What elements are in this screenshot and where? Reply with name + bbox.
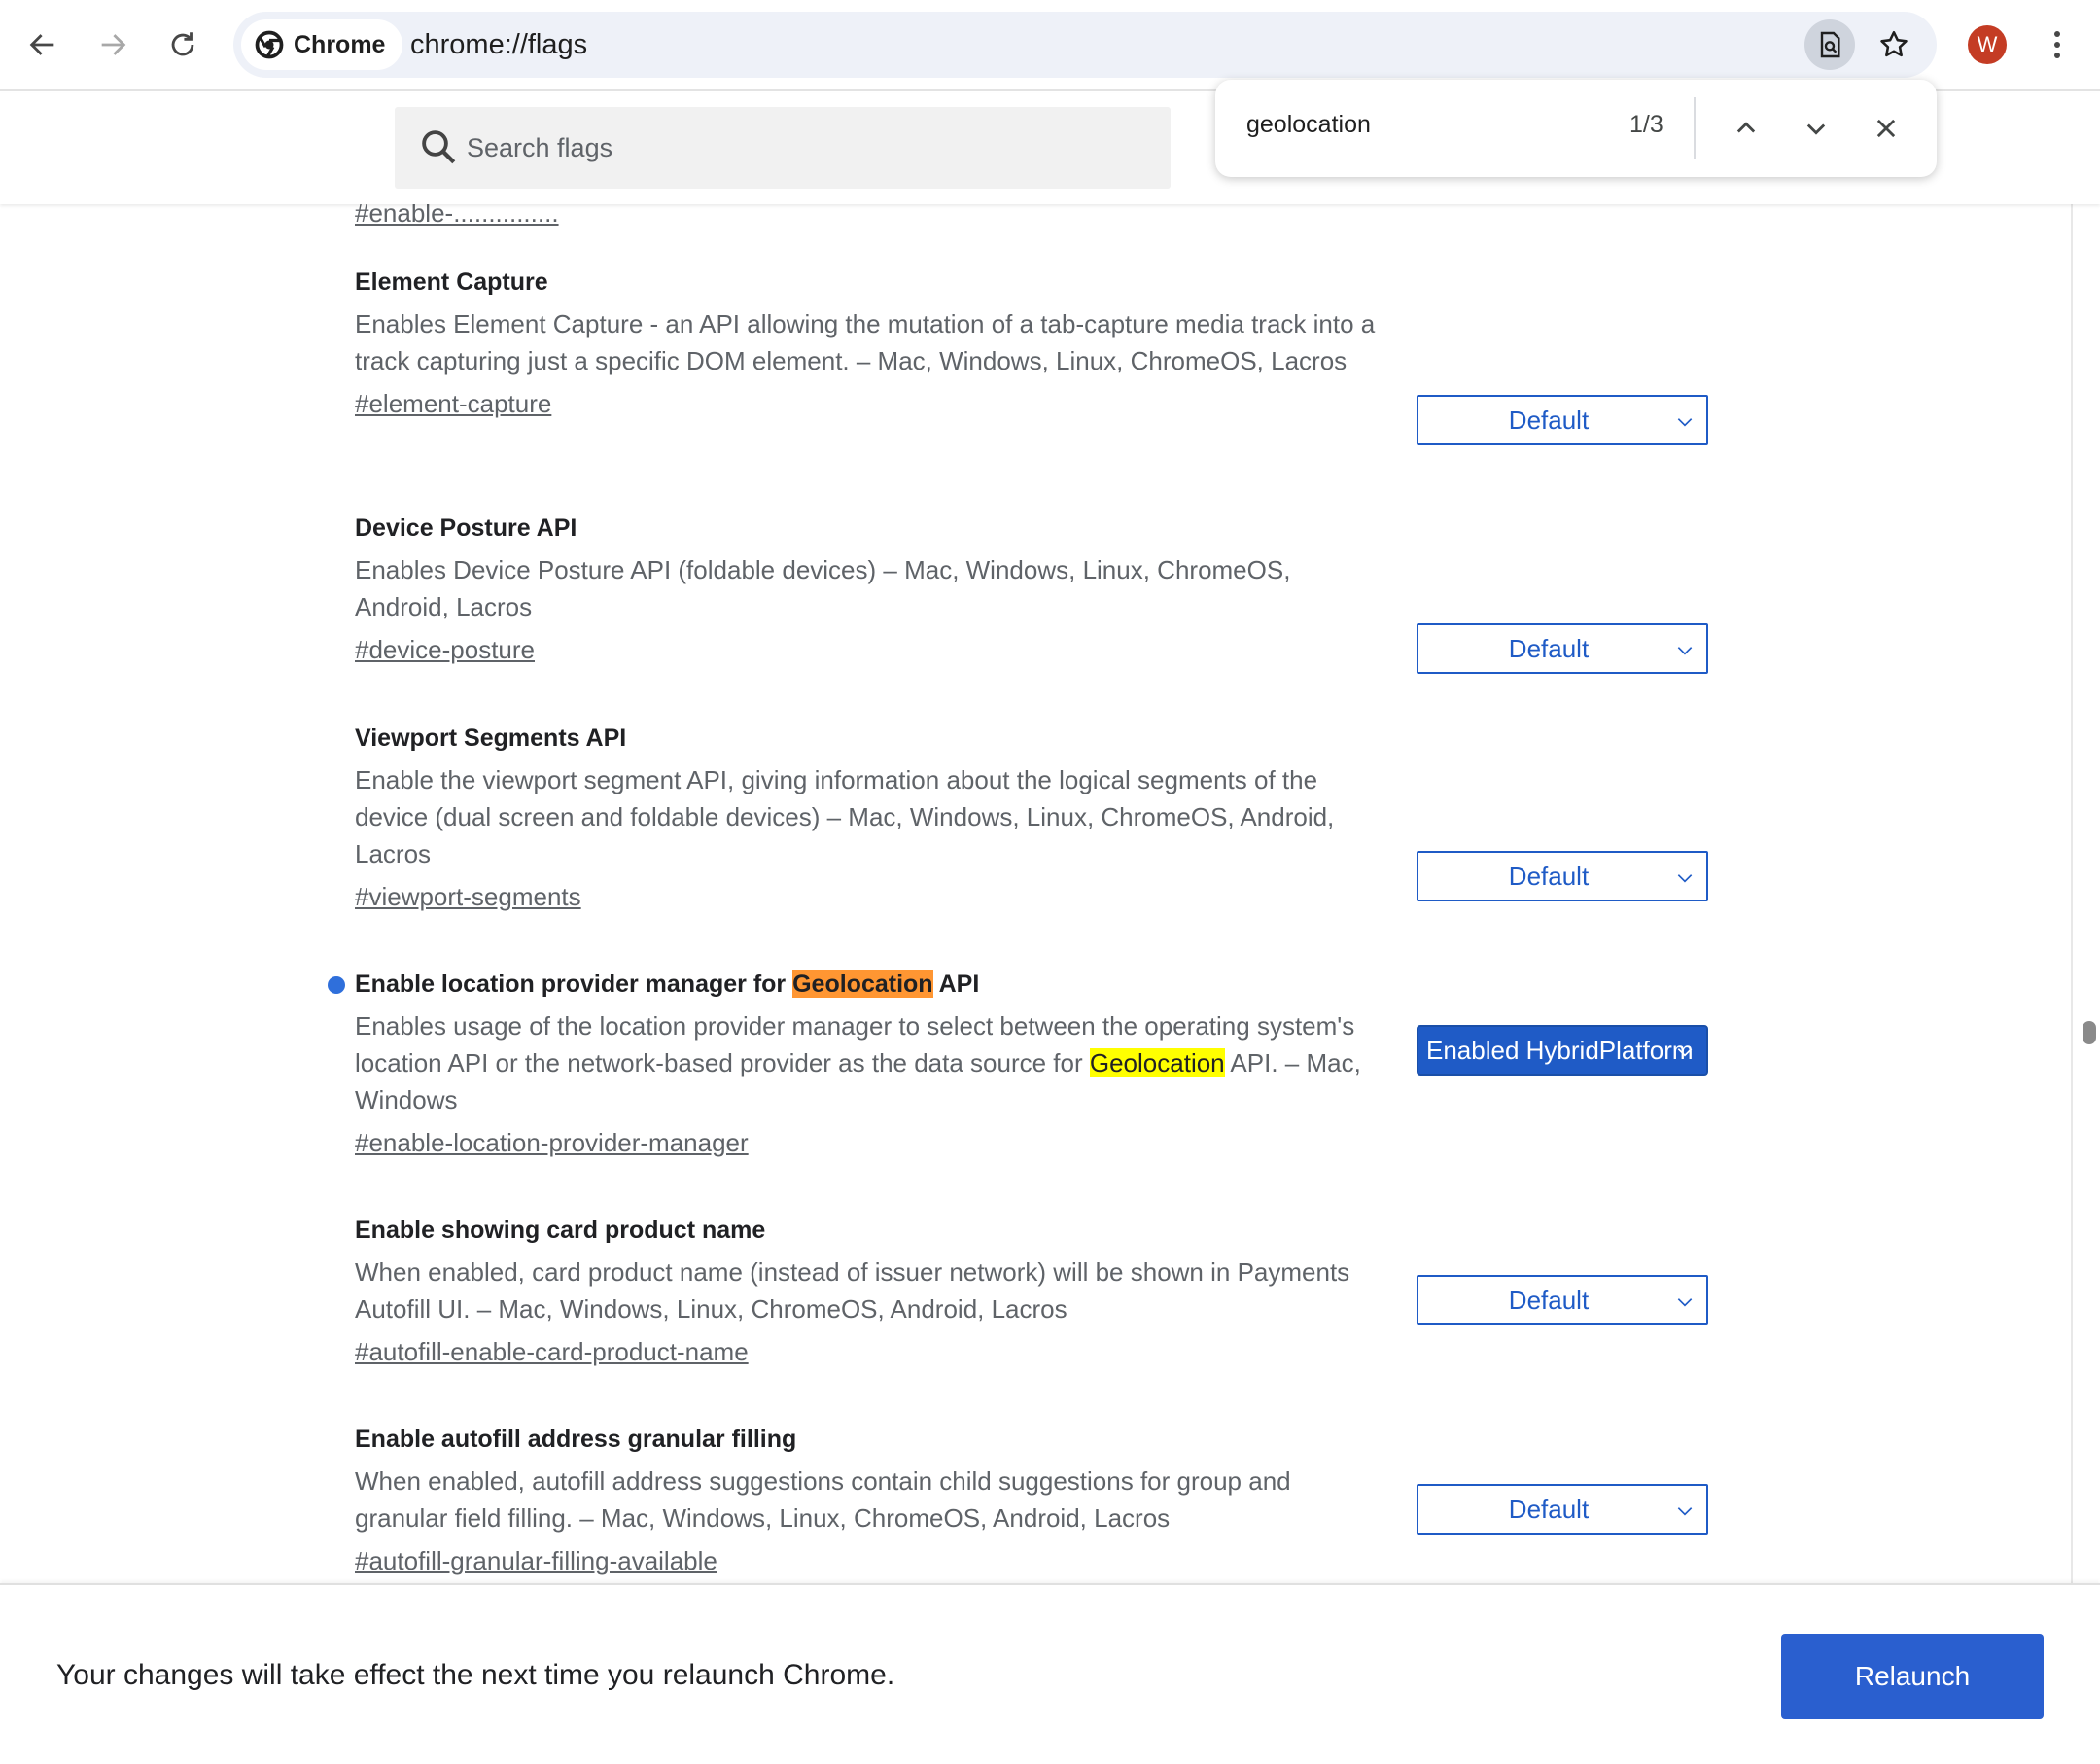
flag-title: Viewport Segments API: [355, 724, 627, 752]
more-vertical-icon: [2054, 31, 2060, 58]
chevron-down-icon: [1677, 1507, 1693, 1516]
arrow-left-icon: [29, 34, 54, 55]
chrome-logo-icon: [255, 30, 284, 59]
find-match-count: 1/3: [1629, 111, 1663, 138]
find-query-input[interactable]: geolocation: [1246, 111, 1371, 139]
relaunch-button[interactable]: Relaunch: [1781, 1634, 2044, 1719]
chip-label: Chrome: [294, 30, 386, 58]
url-text[interactable]: chrome://flags: [410, 12, 587, 78]
flag-select[interactable]: Default: [1417, 851, 1708, 901]
chevron-up-icon: [1736, 122, 1756, 133]
chevron-down-icon: [1677, 1048, 1693, 1057]
chevron-down-icon: [1677, 418, 1693, 427]
find-match-active: Geolocation: [792, 970, 933, 998]
find-in-page-button[interactable]: [1804, 19, 1855, 70]
flag-description: Enables Device Posture API (foldable dev…: [355, 555, 1291, 621]
flag-link[interactable]: #viewport-segments: [355, 878, 581, 915]
find-next-button[interactable]: [1791, 103, 1841, 154]
flag-title-part: Enable location provider manager for: [355, 970, 793, 998]
search-icon: [422, 130, 456, 164]
flag-title: Enable location provider manager for Geo…: [355, 967, 1697, 1002]
flags-list: #enable-............... Element Capture …: [0, 204, 2071, 1583]
scrollbar[interactable]: [2071, 204, 2100, 1583]
chrome-menu-button[interactable]: [2032, 18, 2082, 72]
flag-title: Element Capture: [355, 268, 548, 296]
find-separator: [1694, 97, 1696, 159]
flag-title: Enable showing card product name: [355, 1217, 766, 1244]
flag-link[interactable]: #element-capture: [355, 385, 551, 422]
chevron-down-icon: [1806, 123, 1826, 135]
flag-description: Enable the viewport segment API, giving …: [355, 765, 1335, 868]
relaunch-bar: Your changes will take effect the next t…: [0, 1583, 2100, 1764]
arrow-right-icon: [101, 34, 126, 55]
flag-link[interactable]: #enable-...............: [355, 204, 559, 229]
chevron-down-icon: [1677, 1298, 1693, 1307]
flag-select[interactable]: Default: [1417, 623, 1708, 674]
find-match: Geolocation: [1089, 1048, 1225, 1077]
flag-item-modified: Enable location provider manager for Geo…: [328, 967, 1708, 1161]
flag-description: Enables usage of the location provider m…: [355, 1007, 1385, 1118]
flag-description: When enabled, autofill address suggestio…: [355, 1466, 1291, 1533]
flag-link[interactable]: #enable-location-provider-manager: [355, 1124, 749, 1161]
page-search-icon: [1820, 31, 1840, 58]
flag-link[interactable]: #autofill-granular-filling-available: [355, 1542, 718, 1579]
flag-link[interactable]: #device-posture: [355, 631, 535, 668]
search-box[interactable]: [395, 107, 1171, 189]
flag-item: Viewport Segments API Enable the viewpor…: [355, 721, 1708, 915]
star-icon: [1880, 30, 1908, 57]
flag-select-value: Enabled HybridPlatform: [1426, 1035, 1694, 1065]
bookmark-button[interactable]: [1869, 19, 1919, 70]
flag-link[interactable]: #autofill-enable-card-product-name: [355, 1333, 749, 1370]
find-previous-button[interactable]: [1721, 103, 1771, 154]
relaunch-message: Your changes will take effect the next t…: [56, 1659, 895, 1691]
flag-description: When enabled, card product name (instead…: [355, 1257, 1350, 1323]
flag-select[interactable]: Default: [1417, 395, 1708, 445]
chevron-down-icon: [1677, 647, 1693, 655]
chevron-down-icon: [1677, 874, 1693, 883]
flag-select[interactable]: Default: [1417, 1275, 1708, 1325]
flag-item: Enable autofill address granular filling…: [355, 1422, 1708, 1579]
forward-button[interactable]: [86, 18, 140, 72]
site-info-chip[interactable]: Chrome: [241, 19, 403, 70]
flag-select[interactable]: Enabled HybridPlatform: [1417, 1025, 1708, 1076]
find-close-button[interactable]: [1861, 103, 1911, 154]
back-button[interactable]: [16, 18, 70, 72]
flag-select-value: Default: [1508, 1494, 1590, 1524]
scrollbar-thumb[interactable]: [2082, 1021, 2096, 1044]
flag-item: Enable showing card product name When en…: [355, 1213, 1708, 1370]
flag-select-value: Default: [1508, 405, 1590, 435]
flag-title-part: API: [932, 970, 980, 998]
flag-item: Device Posture API Enables Device Postur…: [355, 511, 1708, 674]
flag-title: Device Posture API: [355, 514, 578, 542]
profile-avatar[interactable]: W: [1968, 25, 2007, 64]
flag-select-value: Default: [1508, 861, 1590, 891]
flag-title: Enable autofill address granular filling: [355, 1426, 797, 1453]
flag-select-value: Default: [1508, 633, 1590, 663]
flag-select-value: Default: [1508, 1285, 1590, 1315]
omnibox[interactable]: Chrome chrome://flags: [233, 12, 1937, 78]
browser-toolbar: Chrome chrome://flags W: [0, 0, 2100, 91]
flag-select[interactable]: Default: [1417, 1484, 1708, 1535]
modified-indicator-dot: [328, 976, 345, 994]
find-bar: geolocation 1/3: [1215, 80, 1937, 177]
flag-item: Element Capture Enables Element Capture …: [355, 265, 1708, 445]
reload-icon: [171, 32, 194, 56]
close-icon: [1876, 119, 1896, 138]
reload-button[interactable]: [156, 18, 210, 72]
search-input[interactable]: [467, 107, 1147, 189]
flag-description: Enables Element Capture - an API allowin…: [355, 309, 1376, 375]
